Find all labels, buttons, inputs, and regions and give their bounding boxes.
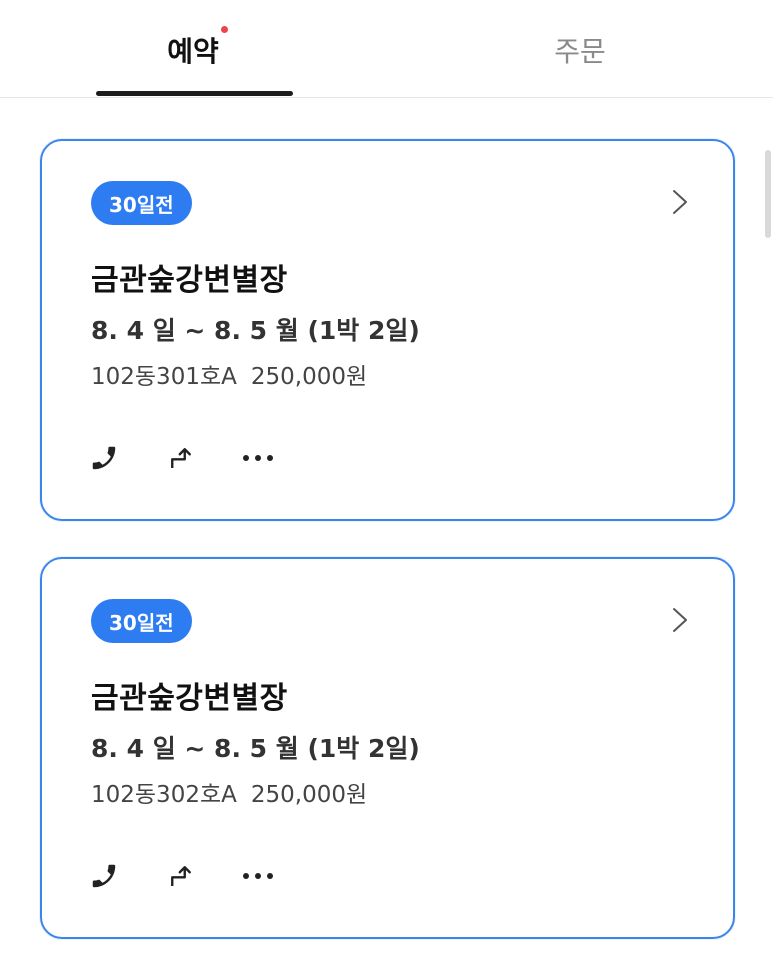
more-icon [243,455,273,461]
share-button[interactable] [161,856,201,896]
active-tab-indicator [96,91,293,96]
stay-dates: 8. 4 일 ~ 8. 5 월 (1박 2일) [91,734,420,763]
share-icon [171,448,191,468]
new-indicator-dot [220,26,228,33]
price: 250,000원 [250,782,368,808]
days-left-badge: 30일전 [91,599,192,643]
chevron-right-icon[interactable] [671,607,689,633]
booking-card[interactable]: 30일전 금관숲강변별장 8. 4 일 ~ 8. 5 월 (1박 2일) 102… [40,139,735,521]
booking-card[interactable]: 30일전 금관숲강변별장 8. 4 일 ~ 8. 5 월 (1박 2일) 102… [40,557,735,939]
chevron-right-icon[interactable] [671,189,689,215]
phone-icon [92,864,116,888]
tab-reservation[interactable]: 예약 [0,0,386,98]
tab-order[interactable]: 주문 [387,0,773,98]
more-button[interactable] [238,856,278,896]
room-number: 102동301호A [91,364,237,390]
tab-reservation-label: 예약 [167,35,219,68]
more-button[interactable] [238,438,278,478]
scrollbar[interactable] [765,150,771,238]
reservation-page: 예약 주문 30일전 금관숲강변별장 8. 4 일 ~ 8. 5 월 (1박 2… [0,0,773,959]
room-price-line: 102동301호A 250,000원 [91,357,367,391]
room-number: 102동302호A [91,782,237,808]
stay-dates: 8. 4 일 ~ 8. 5 월 (1박 2일) [91,316,420,345]
phone-icon [92,446,116,470]
property-name: 금관숲강변별장 [91,681,288,716]
share-button[interactable] [161,438,201,478]
call-button[interactable] [84,438,124,478]
tab-bar: 예약 주문 [0,0,773,98]
price: 250,000원 [250,364,368,390]
days-left-badge: 30일전 [91,181,192,225]
more-icon [243,873,273,879]
room-price-line: 102동302호A 250,000원 [91,775,367,809]
call-button[interactable] [84,856,124,896]
tab-reservation-wrap: 예약 [167,26,228,70]
tab-order-label: 주문 [554,35,606,68]
share-icon [171,866,191,886]
property-name: 금관숲강변별장 [91,263,288,298]
